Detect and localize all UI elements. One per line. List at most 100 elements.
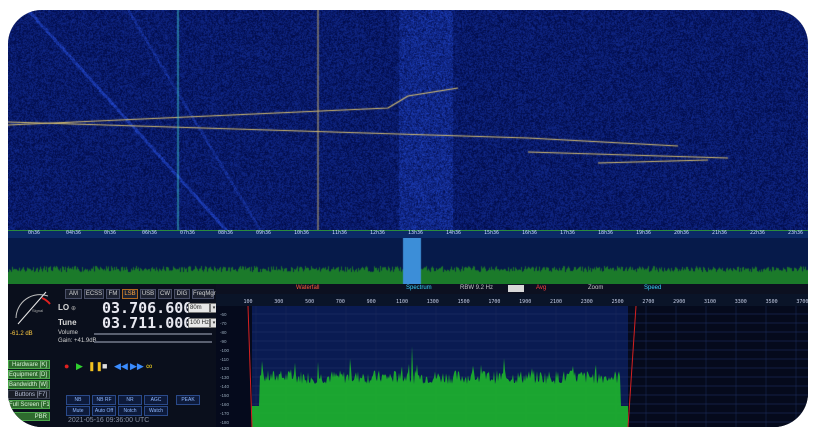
- lo-label: LO: [58, 303, 70, 312]
- time-tick-label: 20h36: [674, 230, 690, 236]
- gain-label: Gain: +41.9dB: [58, 338, 97, 344]
- side-button-1[interactable]: Equipment [D]: [8, 370, 50, 379]
- tune-frequency[interactable]: 03.711.000: [102, 314, 192, 332]
- time-tick-label: 16h36: [522, 230, 538, 236]
- frequency-tick-label: 1500: [458, 299, 470, 305]
- mode-cw-button[interactable]: CW: [158, 289, 172, 299]
- spectrum-analyzer[interactable]: -60 -70 -80 -90 -100 -110 -120 -130 -140 -150 -160…: [216, 306, 808, 427]
- time-tick-label: 11h36: [332, 230, 348, 236]
- side-button-4[interactable]: Full Screen [F11]: [8, 400, 50, 409]
- frequency-tick-label: 300: [274, 299, 283, 305]
- db-tick-label: -120: [220, 366, 230, 371]
- db-tick-label: -130: [220, 375, 230, 380]
- tune-step-select[interactable]: 100 Hz: [188, 318, 210, 328]
- waterfall-label: Waterfall: [296, 285, 320, 291]
- nb2-button-2[interactable]: Notch: [118, 406, 142, 416]
- frequency-tick-label: 2100: [550, 299, 562, 305]
- time-tick-label: 08h36: [218, 230, 234, 236]
- overview-spectrum[interactable]: [8, 238, 808, 284]
- db-tick-label: -60: [220, 312, 227, 317]
- db-tick-label: -180: [220, 420, 230, 425]
- tune-label: Tune: [58, 318, 77, 327]
- play-icon[interactable]: ▶: [76, 361, 83, 372]
- db-tick-label: -110: [220, 357, 229, 362]
- frequency-tick-label: 700: [336, 299, 345, 305]
- db-tick-label: -70: [220, 321, 227, 326]
- frequency-tick-label: 1300: [427, 299, 439, 305]
- mode-usb-button[interactable]: USB: [140, 289, 156, 299]
- frequency-tick-label: 2700: [642, 299, 654, 305]
- mode-lsb-button[interactable]: LSB: [122, 289, 138, 299]
- gain-slider[interactable]: [94, 341, 212, 343]
- time-tick-label: 19h36: [636, 230, 652, 236]
- rbw-select[interactable]: [508, 285, 524, 292]
- mode-ecss-button[interactable]: ECSS: [84, 289, 104, 299]
- nb-button-3[interactable]: AGC: [144, 395, 168, 405]
- side-button-5[interactable]: PBR: [8, 412, 50, 421]
- pause-icon[interactable]: ❚❚: [88, 361, 103, 372]
- frequency-tick-label: 3700: [796, 299, 808, 305]
- side-button-2[interactable]: Bandwidth [W]: [8, 380, 50, 389]
- record-icon[interactable]: ●: [64, 361, 69, 371]
- db-tick-label: -80: [220, 330, 227, 335]
- rewind-icon[interactable]: ◀◀: [114, 361, 128, 372]
- time-tick-label: 09h36: [256, 230, 272, 236]
- frequency-tick-label: 900: [367, 299, 376, 305]
- mode-fm-button[interactable]: FM: [106, 289, 120, 299]
- nb-button-4[interactable]: PEAK: [176, 395, 200, 405]
- frequency-tick-label: 100: [243, 299, 252, 305]
- db-tick-label: -150: [220, 393, 230, 398]
- time-tick-label: 10h36: [294, 230, 310, 236]
- frequency-tick-label: 500: [305, 299, 314, 305]
- mode-freqmgr-button[interactable]: FreqMgr: [192, 289, 216, 299]
- frequency-tick-label: 3300: [735, 299, 747, 305]
- time-tick-label: 0h36: [104, 230, 117, 236]
- db-tick-label: -140: [220, 384, 230, 389]
- frequency-tick-label: 1700: [488, 299, 500, 305]
- volume-slider[interactable]: [94, 333, 212, 335]
- side-button-3[interactable]: Buttons [F7]: [8, 390, 50, 399]
- nb2-button-0[interactable]: Mute: [66, 406, 90, 416]
- frequency-tick-label: 1900: [519, 299, 531, 305]
- time-tick-label: 22h36: [750, 230, 766, 236]
- mode-am-button[interactable]: AM: [65, 289, 82, 299]
- speed-label: Speed: [644, 285, 662, 291]
- mode-dig-button[interactable]: DIG: [174, 289, 190, 299]
- time-tick-label: 21h36: [712, 230, 728, 236]
- time-tick-label: 07h36: [180, 230, 196, 236]
- db-tick-label: -100: [220, 348, 230, 353]
- stop-icon[interactable]: ■: [102, 361, 107, 371]
- zoom-label: Zoom: [588, 285, 604, 291]
- nb-button-0[interactable]: NB: [66, 395, 90, 405]
- frequency-tick-label: 2900: [673, 299, 685, 305]
- side-button-0[interactable]: Hardware [K]: [8, 360, 50, 369]
- time-tick-label: 06h36: [142, 230, 158, 236]
- lo-step-select[interactable]: 80m: [188, 303, 210, 313]
- time-tick-label: 04h36: [66, 230, 82, 236]
- loop-icon[interactable]: ∞: [146, 361, 152, 371]
- time-tick-label: 23h36: [788, 230, 804, 236]
- frequency-tick-label: 2300: [581, 299, 593, 305]
- time-tick-label: 15h36: [484, 230, 500, 236]
- nb-button-2[interactable]: NR: [118, 395, 142, 405]
- frequency-tick-label: 3100: [704, 299, 716, 305]
- waterfall-display[interactable]: [8, 10, 808, 230]
- lo-lock-icon[interactable]: ⊕: [71, 305, 76, 312]
- nb2-button-1[interactable]: Auto Off: [92, 406, 116, 416]
- time-tick-label: 0h36: [28, 230, 41, 236]
- s-meter-reading: -61.2 dB: [10, 331, 33, 337]
- nb2-button-3[interactable]: Watch: [144, 406, 168, 416]
- sdr-application-window: 0h36 04h36 0h36 06h36 07h36 08h36 09h36 10h36 11…: [8, 10, 808, 427]
- rbw-label: RBW 9.2 Hz: [460, 285, 494, 291]
- svg-text:Signal: Signal: [32, 308, 43, 313]
- fast-forward-icon[interactable]: ▶▶: [130, 361, 144, 372]
- frequency-tick-label: 2500: [612, 299, 624, 305]
- time-tick-label: 13h36: [408, 230, 424, 236]
- timestamp: 2021-05-16 09:36:00 UTC: [68, 417, 150, 424]
- frequency-ruler: 100 300 500 700 900 1100 1300 1500 1700 1900 2100 2…: [216, 294, 808, 306]
- time-tick-label: 18h36: [598, 230, 614, 236]
- frequency-tick-label: 1100: [396, 299, 408, 305]
- nb-button-1[interactable]: NB RF: [92, 395, 116, 405]
- s-meter-dial: Signal: [15, 291, 51, 325]
- control-panel: Signal -61.2 dB Hardware [K] Equipment [D…: [8, 284, 218, 427]
